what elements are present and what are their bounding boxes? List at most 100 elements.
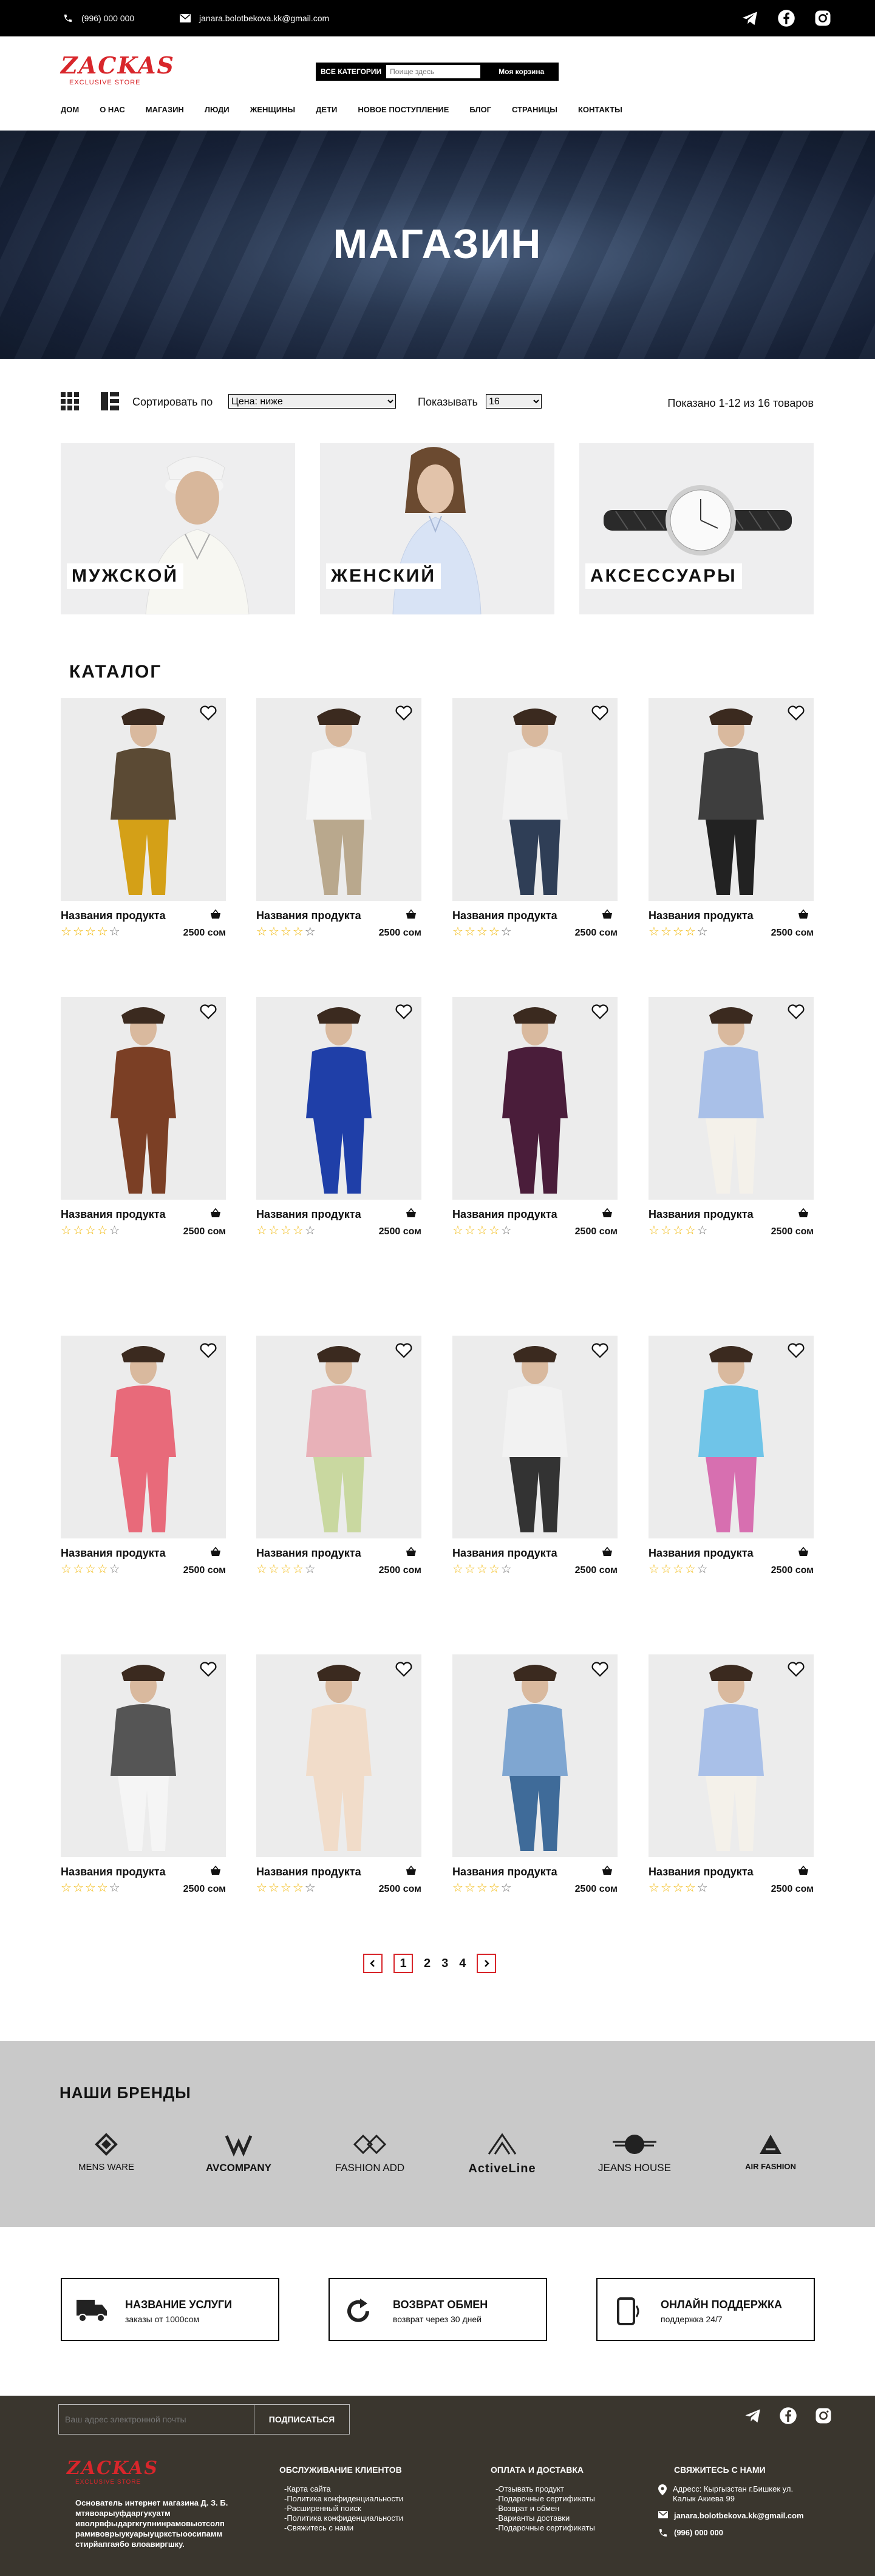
heart-icon[interactable] — [395, 1660, 413, 1681]
heart-icon[interactable] — [591, 1660, 609, 1681]
email-contact[interactable]: janara.bolotbekova.kk@gmail.com — [180, 13, 329, 23]
footer-link[interactable]: -Подарочные сертификаты — [495, 2523, 595, 2533]
heart-icon[interactable] — [199, 1342, 217, 1362]
product-card[interactable]: Названия продукта ☆☆☆☆☆ 2500 сом — [452, 997, 618, 1237]
footer-link[interactable]: -Отзывать продукт — [495, 2484, 595, 2494]
product-image[interactable] — [452, 698, 618, 901]
page-1[interactable]: 1 — [393, 1954, 413, 1973]
basket-icon[interactable] — [406, 909, 417, 922]
service-support[interactable]: ОНЛАЙН ПОДДЕРЖКА поддержка 24/7 — [596, 2278, 815, 2341]
product-image[interactable] — [61, 997, 226, 1200]
service-returns[interactable]: ВОЗВРАТ ОБМЕН возврат через 30 дней — [329, 2278, 547, 2341]
product-image[interactable] — [649, 1654, 814, 1857]
heart-icon[interactable] — [395, 704, 413, 724]
brand-jeans-house[interactable]: JEANS HOUSE — [589, 2132, 680, 2181]
category-dropdown[interactable]: ВСЕ КАТЕГОРИИ — [316, 67, 386, 76]
heart-icon[interactable] — [395, 1342, 413, 1362]
basket-icon[interactable] — [210, 1546, 221, 1560]
nav-new-arrivals[interactable]: НОВОЕ ПОСТУПЛЕНИЕ — [358, 105, 449, 114]
product-name[interactable]: Названия продукта — [256, 909, 366, 922]
basket-icon[interactable] — [210, 1208, 221, 1221]
product-name[interactable]: Названия продукта — [649, 1866, 758, 1878]
instagram-icon[interactable] — [813, 8, 832, 28]
footer-link[interactable]: -Политика конфиденциальности — [284, 2513, 403, 2523]
footer-logo[interactable]: ZACKAS EXCLUSIVE STORE — [67, 2458, 158, 2486]
category-accessories[interactable]: АКСЕССУАРЫ — [579, 443, 814, 614]
heart-icon[interactable] — [199, 1003, 217, 1023]
brand-avcompany[interactable]: AVCOMPANY — [193, 2132, 284, 2181]
heart-icon[interactable] — [591, 704, 609, 724]
product-card[interactable]: Названия продукта ☆☆☆☆☆ 2500 сом — [649, 1654, 814, 1895]
product-image[interactable] — [256, 1654, 421, 1857]
page-3[interactable]: 3 — [441, 1957, 448, 1971]
basket-icon[interactable] — [602, 909, 613, 922]
product-image[interactable] — [452, 1654, 618, 1857]
product-card[interactable]: Названия продукта ☆☆☆☆☆ 2500 сом — [61, 698, 226, 939]
category-women[interactable]: ЖЕНСКИЙ — [320, 443, 554, 614]
product-name[interactable]: Названия продукта — [61, 909, 170, 922]
contact-phone[interactable]: (996) 000 000 — [658, 2528, 840, 2538]
basket-icon[interactable] — [406, 1865, 417, 1878]
product-image[interactable] — [61, 698, 226, 901]
product-card[interactable]: Названия продукта ☆☆☆☆☆ 2500 сом — [452, 698, 618, 939]
telegram-icon[interactable] — [744, 2407, 762, 2428]
product-image[interactable] — [256, 997, 421, 1200]
product-card[interactable]: Названия продукта ☆☆☆☆☆ 2500 сом — [452, 1654, 618, 1895]
basket-icon[interactable] — [210, 1865, 221, 1878]
product-image[interactable] — [452, 997, 618, 1200]
telegram-icon[interactable] — [740, 8, 760, 28]
product-name[interactable]: Названия продукта — [256, 1866, 366, 1878]
product-image[interactable] — [256, 698, 421, 901]
brand-activeline[interactable]: ActiveLine — [457, 2132, 548, 2181]
product-name[interactable]: Названия продукта — [256, 1208, 366, 1221]
service-delivery[interactable]: НАЗВАНИЕ УСЛУГИ заказы от 1000сом — [61, 2278, 279, 2341]
search-input[interactable] — [386, 65, 481, 78]
product-name[interactable]: Названия продукта — [256, 1547, 366, 1560]
basket-icon[interactable] — [602, 1865, 613, 1878]
heart-icon[interactable] — [199, 1660, 217, 1681]
product-name[interactable]: Названия продукта — [61, 1547, 170, 1560]
product-name[interactable]: Названия продукта — [452, 1208, 562, 1221]
category-men[interactable]: МУЖСКОЙ — [61, 443, 295, 614]
heart-icon[interactable] — [199, 704, 217, 724]
product-name[interactable]: Названия продукта — [61, 1208, 170, 1221]
product-card[interactable]: Названия продукта ☆☆☆☆☆ 2500 сом — [649, 698, 814, 939]
nav-people[interactable]: ЛЮДИ — [205, 105, 230, 114]
heart-icon[interactable] — [591, 1003, 609, 1023]
product-card[interactable]: Названия продукта ☆☆☆☆☆ 2500 сом — [256, 1336, 421, 1576]
nav-about[interactable]: О НАС — [100, 105, 125, 114]
basket-icon[interactable] — [798, 1546, 809, 1560]
heart-icon[interactable] — [787, 1003, 805, 1023]
product-image[interactable] — [61, 1336, 226, 1538]
product-card[interactable]: Названия продукта ☆☆☆☆☆ 2500 сом — [256, 698, 421, 939]
product-image[interactable] — [649, 997, 814, 1200]
prev-page-button[interactable] — [363, 1954, 383, 1973]
brand-fashion-add[interactable]: FASHION ADD — [324, 2132, 415, 2181]
heart-icon[interactable] — [591, 1342, 609, 1362]
product-name[interactable]: Названия продукта — [649, 1208, 758, 1221]
product-name[interactable]: Названия продукта — [649, 1547, 758, 1560]
basket-icon[interactable] — [798, 1865, 809, 1878]
list-view-icon[interactable] — [101, 392, 119, 413]
product-card[interactable]: Названия продукта ☆☆☆☆☆ 2500 сом — [61, 1654, 226, 1895]
footer-link[interactable]: -Возврат и обмен — [495, 2504, 595, 2513]
contact-email[interactable]: janara.bolotbekova.kk@gmail.com — [658, 2511, 840, 2521]
phone-contact[interactable]: (996) 000 000 — [63, 13, 134, 23]
basket-icon[interactable] — [798, 1208, 809, 1221]
product-name[interactable]: Названия продукта — [452, 1547, 562, 1560]
product-image[interactable] — [256, 1336, 421, 1538]
product-image[interactable] — [649, 698, 814, 901]
product-name[interactable]: Названия продукта — [452, 1866, 562, 1878]
footer-link[interactable]: -Карта сайта — [284, 2484, 403, 2494]
product-card[interactable]: Названия продукта ☆☆☆☆☆ 2500 сом — [256, 1654, 421, 1895]
product-card[interactable]: Названия продукта ☆☆☆☆☆ 2500 сом — [61, 1336, 226, 1576]
heart-icon[interactable] — [787, 1660, 805, 1681]
subscribe-button[interactable]: ПОДПИСАТЬСЯ — [254, 2405, 349, 2434]
heart-icon[interactable] — [787, 1342, 805, 1362]
footer-link[interactable]: -Подарочные сертификаты — [495, 2494, 595, 2504]
brand-mens-ware[interactable]: MENS WARE — [61, 2132, 152, 2181]
site-logo[interactable]: ZACKAS EXCLUSIVE STORE — [61, 53, 174, 90]
heart-icon[interactable] — [787, 704, 805, 724]
footer-link[interactable]: -Политика конфиденциальности — [284, 2494, 403, 2504]
sort-select[interactable]: Цена: ниже — [228, 394, 396, 409]
